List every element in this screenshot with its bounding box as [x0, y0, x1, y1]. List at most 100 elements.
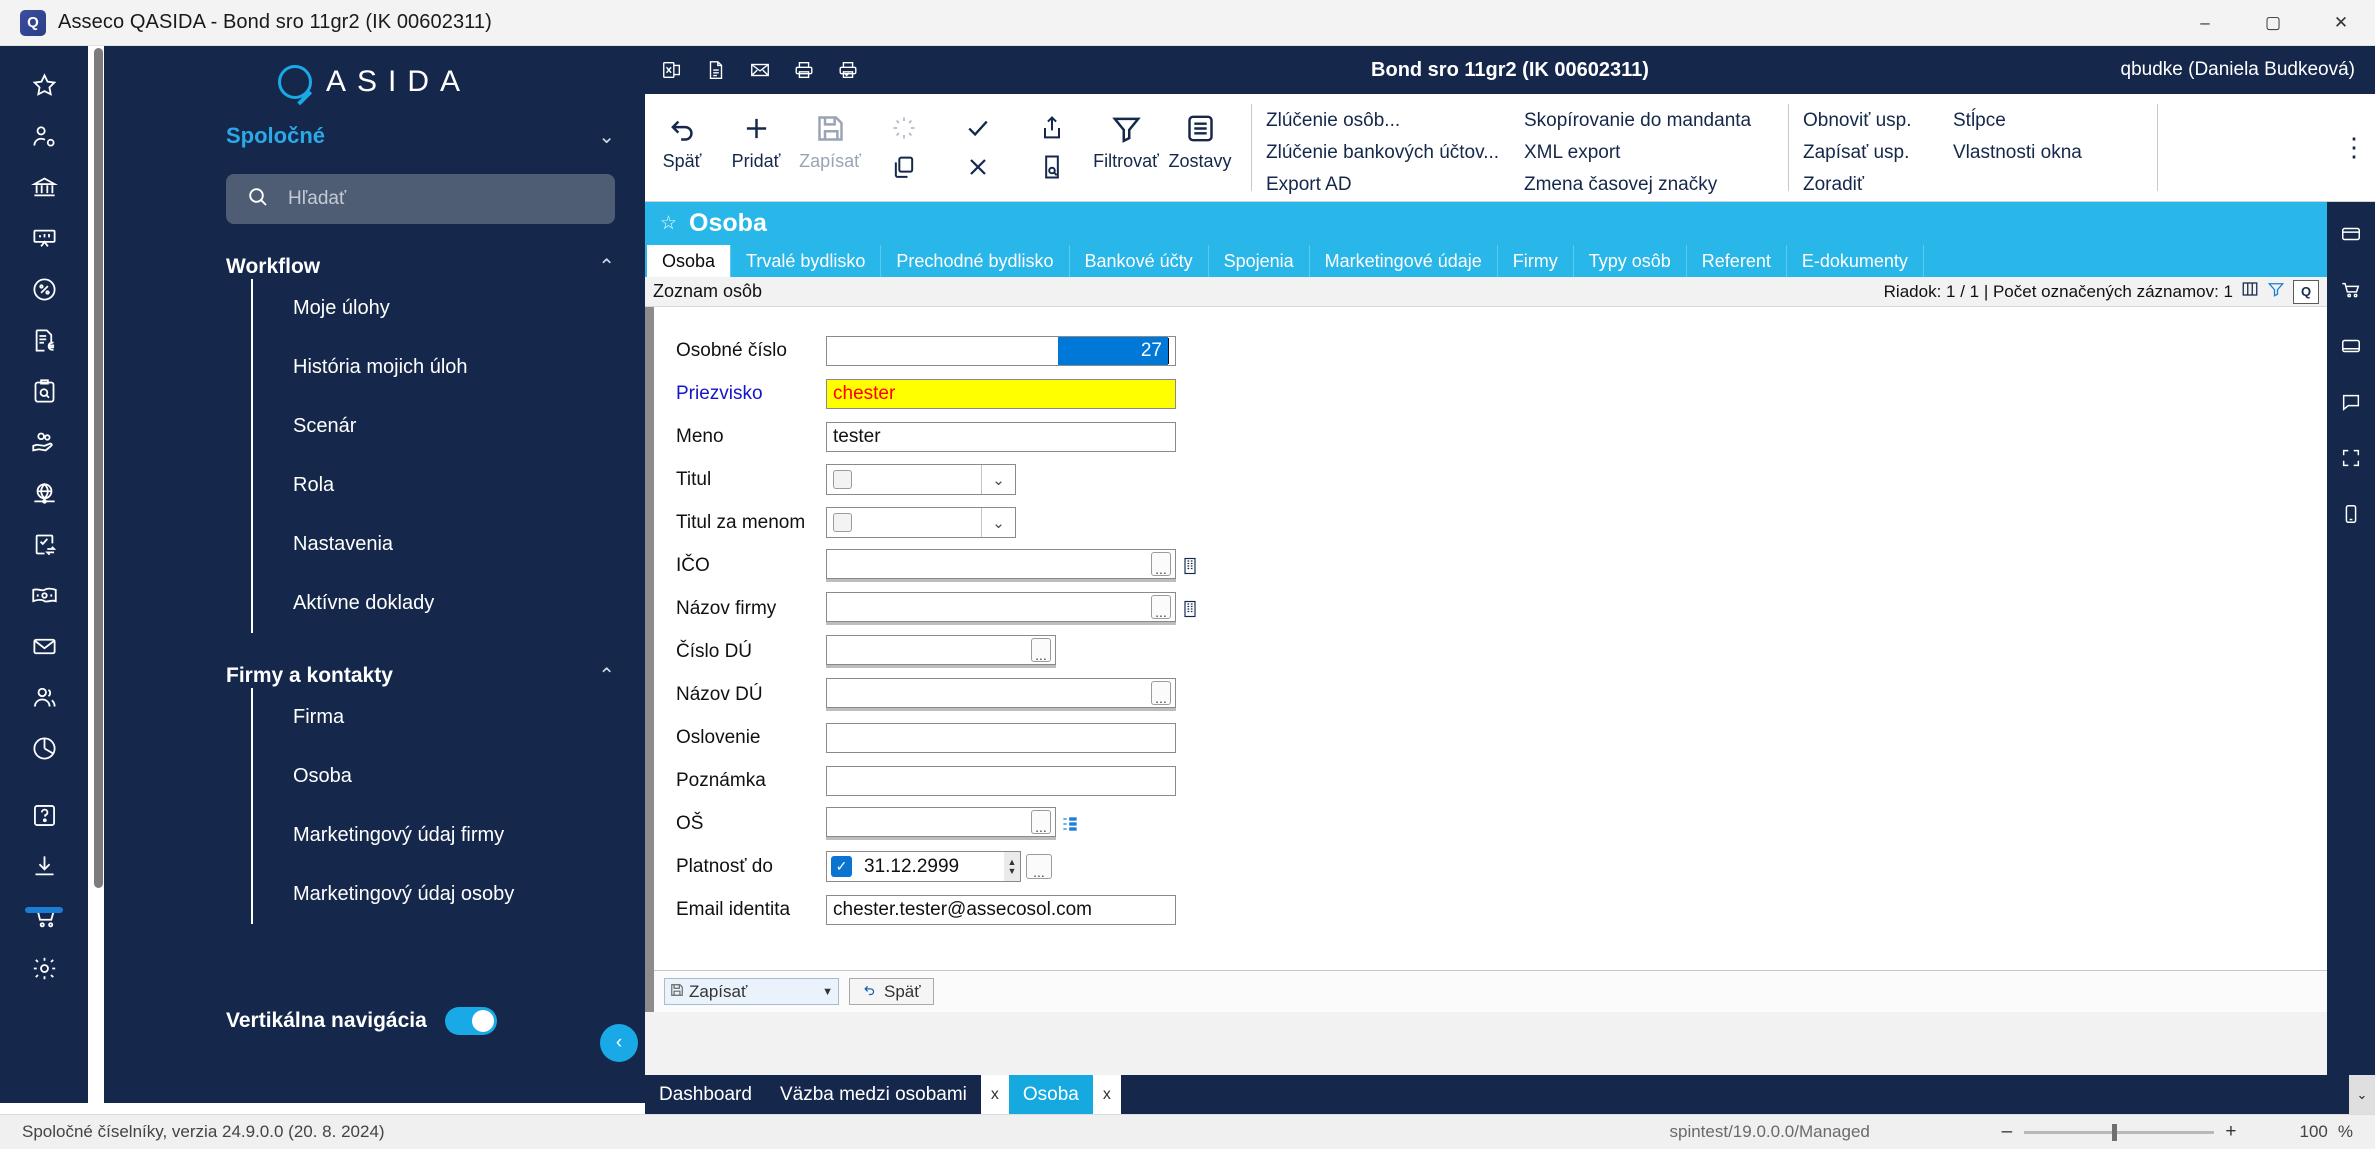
menu-item-obnovit-usp[interactable]: Obnoviť usp. [1803, 106, 1953, 136]
priezvisko-input[interactable]: chester [826, 378, 1176, 409]
close-x-icon[interactable] [964, 153, 992, 186]
platnost-do-datefield[interactable]: ✓ 31.12.2999 ▲ ▼ [826, 851, 1021, 882]
cart-dock-icon[interactable] [2327, 266, 2375, 314]
os-input[interactable]: ... [826, 807, 1056, 837]
columns-icon[interactable] [2241, 280, 2259, 303]
filter-button[interactable]: Filtrovať [1089, 102, 1163, 172]
osobne-cislo-input[interactable]: 27 [826, 335, 1176, 366]
back-footer-button[interactable]: Späť [849, 978, 934, 1005]
building-icon[interactable] [1180, 598, 1200, 620]
doctab-dashboard[interactable]: Dashboard [645, 1075, 766, 1114]
favorite-star-icon[interactable]: ☆ [660, 212, 677, 235]
mail-icon[interactable] [0, 621, 88, 672]
reports-button[interactable]: Zostavy [1163, 102, 1237, 172]
bank-icon[interactable] [0, 162, 88, 213]
mobile-icon[interactable] [2327, 490, 2375, 538]
refresh-icon[interactable] [890, 114, 918, 147]
menu-item-stlpce[interactable]: Stĺpce [1953, 106, 2143, 136]
titul-combo[interactable]: ⌄ [826, 464, 1016, 495]
menu-item-xml-export[interactable]: XML export [1524, 138, 1774, 168]
cislo-du-input[interactable]: ... [826, 635, 1056, 665]
menu-item-zmena-casovej-znacky[interactable]: Zmena časovej značky [1524, 170, 1774, 200]
check-icon[interactable] [964, 114, 992, 147]
sidebar-item-scenar[interactable]: Scenár [253, 397, 645, 456]
clipboard-search-icon[interactable] [0, 366, 88, 417]
star-icon[interactable] [0, 60, 88, 111]
minimize-panel-icon[interactable] [2327, 322, 2375, 370]
tab-spojenia[interactable]: Spojenia [1209, 245, 1310, 277]
zoom-in-button[interactable]: + [2214, 1121, 2248, 1143]
gear-icon[interactable] [0, 943, 88, 994]
nav-group-firmy-a-kontakty[interactable]: Firmy a kontakty ⌃ [226, 663, 615, 688]
nazov-firmy-input[interactable]: ... [826, 592, 1176, 622]
sidebar-item-firma[interactable]: Firma [253, 688, 645, 747]
back-button[interactable]: Späť [645, 102, 719, 172]
nav-group-workflow[interactable]: Workflow ⌃ [226, 254, 615, 279]
globe-icon[interactable] [0, 468, 88, 519]
chevron-down-icon[interactable]: ⌄ [981, 508, 1015, 537]
menu-item-zlucenie-osob[interactable]: Zlúčenie osôb... [1266, 106, 1506, 136]
doctab-close-icon[interactable]: x [1092, 1075, 1121, 1114]
os-lookup-button[interactable]: ... [1031, 810, 1051, 834]
titul-za-menom-checkbox[interactable] [833, 513, 852, 532]
poznamka-input[interactable] [826, 765, 1176, 796]
collapse-sidebar-button[interactable]: ‹ [600, 1024, 638, 1062]
sidebar-item-aktivne-doklady[interactable]: Aktívne doklady [253, 574, 645, 633]
chevron-up-icon[interactable]: ⌃ [598, 663, 615, 688]
menu-item-zoradit[interactable]: Zoradiť [1803, 170, 1953, 200]
filter-status-icon[interactable] [2267, 280, 2285, 303]
titul-za-menom-combo[interactable]: ⌄ [826, 507, 1016, 538]
tab-e-dokumenty[interactable]: E-dokumenty [1787, 245, 1924, 277]
menu-item-zapisat-usp[interactable]: Zapísať usp. [1803, 138, 1953, 168]
sidebar-item-osoba[interactable]: Osoba [253, 747, 645, 806]
copy-icon[interactable] [890, 153, 918, 186]
cart-icon[interactable] [0, 892, 88, 943]
ico-lookup-button[interactable]: ... [1151, 552, 1171, 576]
sidebar-item-marketingovy-udaj-firmy[interactable]: Marketingový údaj firmy [253, 806, 645, 865]
sidebar-item-moje-ulohy[interactable]: Moje úlohy [253, 279, 645, 338]
minimize-button[interactable]: – [2171, 0, 2239, 46]
nazov-du-lookup-button[interactable]: ... [1151, 681, 1171, 705]
building-icon[interactable] [1180, 555, 1200, 577]
invoice-euro-icon[interactable] [0, 315, 88, 366]
tab-osoba[interactable]: Osoba [647, 245, 732, 277]
zoom-slider[interactable] [2023, 1123, 2214, 1141]
chevron-down-icon[interactable]: ▼ [822, 986, 833, 998]
search-doc-icon[interactable] [1038, 153, 1066, 186]
sidebar-item-historia-mojich-uloh[interactable]: História mojich úloh [253, 338, 645, 397]
tab-bankove-ucty[interactable]: Bankové účty [1070, 245, 1209, 277]
tab-marketingove-udaje[interactable]: Marketingové údaje [1310, 245, 1498, 277]
menu-item-vlastnosti-okna[interactable]: Vlastnosti okna [1953, 138, 2143, 168]
window-icon[interactable] [2327, 210, 2375, 258]
ico-input[interactable]: ... [826, 549, 1176, 579]
menu-item-zlucenie-bankovych-uctov[interactable]: Zlúčenie bankových účtov... [1266, 138, 1506, 168]
menu-item-skopirovanie-do-mandanta[interactable]: Skopírovanie do mandanta [1524, 106, 1774, 136]
close-button[interactable]: ✕ [2307, 0, 2375, 46]
platnost-do-lookup-button[interactable]: ... [1026, 854, 1052, 879]
email-identita-input[interactable]: chester.tester@assecosol.com [826, 894, 1176, 925]
users-icon[interactable] [0, 672, 88, 723]
tab-firmy[interactable]: Firmy [1498, 245, 1574, 277]
tab-prechodne-bydlisko[interactable]: Prechodné bydlisko [881, 245, 1070, 277]
pie-chart-icon[interactable] [0, 723, 88, 774]
doctab-close-icon[interactable]: x [980, 1075, 1009, 1114]
zoom-out-button[interactable]: – [1990, 1121, 2024, 1143]
comment-icon[interactable] [2327, 378, 2375, 426]
task-transfer-icon[interactable] [0, 519, 88, 570]
add-button[interactable]: Pridať [719, 102, 793, 172]
status-badge[interactable]: Q [2293, 279, 2319, 304]
oslovenie-input[interactable] [826, 722, 1176, 753]
vertical-nav-toggle[interactable] [444, 1007, 497, 1035]
maximize-button[interactable]: ▢ [2239, 0, 2307, 46]
chevron-up-icon[interactable]: ⌃ [598, 254, 615, 279]
chevron-down-icon[interactable]: ⌄ [598, 124, 615, 149]
section-header-spolocne[interactable]: Spoločné ⌄ [104, 106, 645, 166]
nazov-du-input[interactable]: ... [826, 678, 1176, 708]
current-user-label[interactable]: qbudke (Daniela Budkeová) [2121, 59, 2356, 81]
zoom-slider-thumb[interactable] [2111, 1123, 2117, 1141]
tab-referent[interactable]: Referent [1687, 245, 1787, 277]
sidebar-item-nastavenia[interactable]: Nastavenia [253, 515, 645, 574]
user-settings-icon[interactable] [0, 111, 88, 162]
sidebar-item-rola[interactable]: Rola [253, 456, 645, 515]
share-icon[interactable] [1038, 114, 1066, 147]
